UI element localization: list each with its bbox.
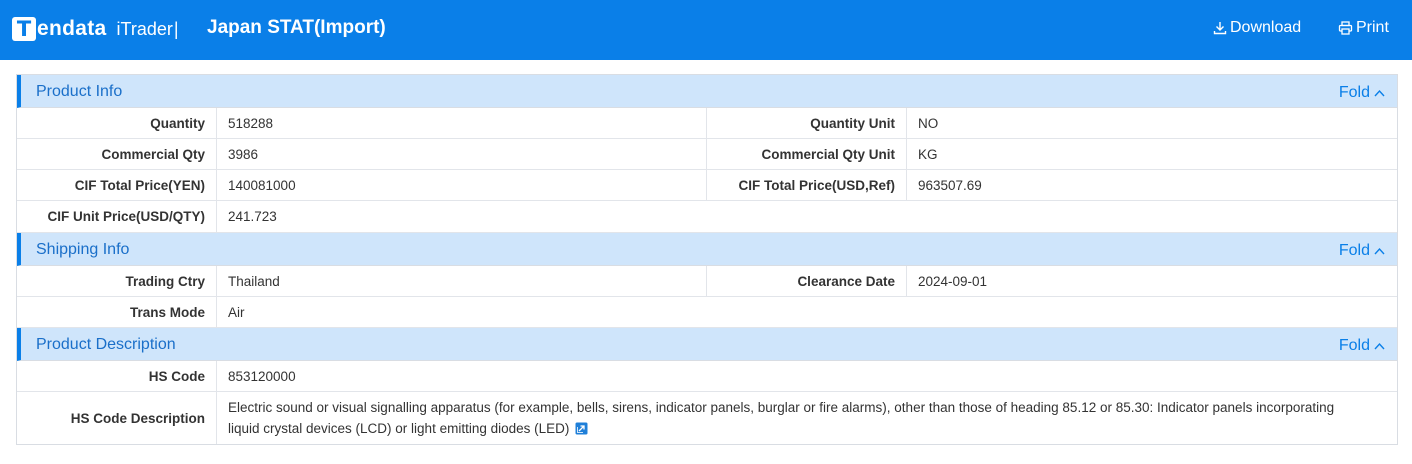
fold-label: Fold xyxy=(1338,337,1370,354)
table-row: Trading Ctry Thailand Clearance Date 202… xyxy=(17,266,1397,297)
table-row: CIF Total Price(YEN) 140081000 CIF Total… xyxy=(17,170,1397,201)
detail-panel: Product Info Fold Quantity 518288 Quanti… xyxy=(16,74,1398,445)
fold-label: Fold xyxy=(1338,242,1370,259)
field-label: HS Code Description xyxy=(17,392,217,444)
field-value: 2024-09-01 xyxy=(918,273,988,289)
chevron-up-icon xyxy=(1374,247,1385,255)
section-title: Product Info xyxy=(36,83,123,100)
hs-description-cell: Electric sound or visual signalling appa… xyxy=(217,392,1397,444)
field-value: 963507.69 xyxy=(918,177,982,193)
field-value: 3986 xyxy=(217,139,707,169)
field-label: CIF Total Price(YEN) xyxy=(17,170,217,200)
logo-separator: | xyxy=(173,18,179,39)
printer-icon xyxy=(1338,21,1353,35)
field-value: Thailand xyxy=(217,266,707,296)
field-label: CIF Unit Price(USD/QTY) xyxy=(17,201,217,232)
fold-label: Fold xyxy=(1338,84,1370,101)
field-value: 140081000 xyxy=(217,170,707,200)
fold-button[interactable]: Fold xyxy=(1339,242,1385,260)
top-bar: T endata iTrader | Japan STAT(Import) Do… xyxy=(0,0,1412,60)
print-button[interactable]: Print xyxy=(1338,19,1389,37)
field-value: NO xyxy=(918,115,939,131)
fold-button[interactable]: Fold xyxy=(1339,84,1385,102)
external-link-icon[interactable] xyxy=(575,422,588,435)
logo-text: endata xyxy=(37,17,107,40)
field-label: Quantity Unit xyxy=(707,108,907,138)
field-value: 518288 xyxy=(217,108,707,138)
field-label: Commercial Qty Unit xyxy=(707,139,907,169)
field-value: 241.723 xyxy=(228,209,277,224)
table-row: HS Code 853120000 xyxy=(17,361,1397,392)
table-row: HS Code Description Electric sound or vi… xyxy=(17,392,1397,444)
table-row: Commercial Qty 3986 Commercial Qty Unit … xyxy=(17,139,1397,170)
section-header-product-info: Product Info Fold xyxy=(17,75,1397,108)
brand-logo[interactable]: T endata iTrader | xyxy=(12,14,179,44)
field-value: 853120000 xyxy=(228,368,296,384)
chevron-up-icon xyxy=(1374,89,1385,97)
field-label: HS Code xyxy=(17,361,217,391)
section-header-product-description: Product Description Fold xyxy=(17,328,1397,361)
download-icon xyxy=(1213,22,1227,35)
fold-button[interactable]: Fold xyxy=(1339,337,1385,355)
field-label: Commercial Qty xyxy=(17,139,217,169)
page-title: Japan STAT(Import) xyxy=(207,17,386,38)
table-row: CIF Unit Price(USD/QTY) 241.723 xyxy=(17,201,1397,233)
logo-mark-icon: T xyxy=(12,17,36,41)
chevron-up-icon xyxy=(1374,342,1385,350)
field-label: Clearance Date xyxy=(707,266,907,296)
field-label: CIF Total Price(USD,Ref) xyxy=(707,170,907,200)
section-title: Product Description xyxy=(36,336,176,353)
field-label: Trading Ctry xyxy=(17,266,217,296)
section-header-shipping-info: Shipping Info Fold xyxy=(17,233,1397,266)
table-row: Quantity 518288 Quantity Unit NO xyxy=(17,108,1397,139)
download-label: Download xyxy=(1230,19,1302,36)
print-label: Print xyxy=(1356,19,1389,36)
hs-description-text: Electric sound or visual signalling appa… xyxy=(228,400,1335,436)
section-title: Shipping Info xyxy=(36,241,130,258)
table-row: Trans Mode Air xyxy=(17,297,1397,328)
field-value: Air xyxy=(228,304,245,320)
field-label: Quantity xyxy=(17,108,217,138)
download-button[interactable]: Download xyxy=(1213,19,1301,37)
field-value: KG xyxy=(918,146,938,162)
product-name: iTrader xyxy=(116,18,173,39)
field-label: Trans Mode xyxy=(17,297,217,327)
